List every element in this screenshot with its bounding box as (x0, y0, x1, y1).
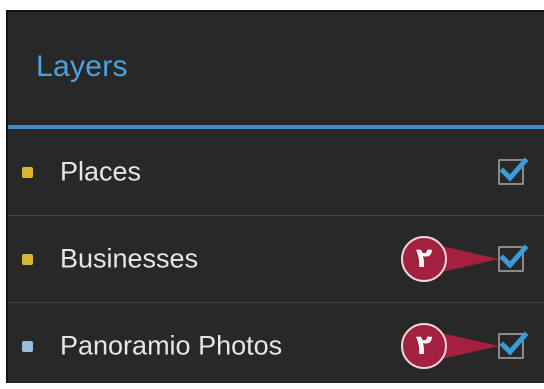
panel-title: Layers (36, 50, 128, 83)
callout-number: ٢ (415, 330, 433, 361)
checkbox-businesses[interactable] (498, 244, 528, 272)
callout-marker: ٢ (401, 236, 501, 282)
layer-label: Places (60, 156, 142, 187)
layer-label: Panoramio Photos (60, 330, 283, 361)
layer-row-businesses[interactable]: Businesses ٢ (8, 216, 544, 302)
checkbox-panoramio-photos[interactable] (498, 331, 528, 359)
layer-label: Businesses (60, 243, 199, 274)
checkbox-places[interactable] (498, 157, 528, 185)
layer-row-panoramio-photos[interactable]: Panoramio Photos ٢ (8, 303, 544, 389)
callout-marker: ٢ (401, 323, 501, 369)
yellow-square-icon (22, 167, 33, 178)
checkmark-icon (499, 157, 528, 182)
layer-row-places[interactable]: Places (8, 129, 544, 215)
layers-panel: Layers Places Businesses ٢ Panoramio Pho… (6, 10, 544, 383)
checkmark-icon (499, 331, 528, 356)
callout-number: ٢ (415, 243, 433, 274)
checkmark-icon (499, 244, 528, 269)
screenshot-frame: Layers Places Businesses ٢ Panoramio Pho… (0, 0, 544, 383)
blue-square-icon (22, 341, 33, 352)
yellow-square-icon (22, 254, 33, 265)
